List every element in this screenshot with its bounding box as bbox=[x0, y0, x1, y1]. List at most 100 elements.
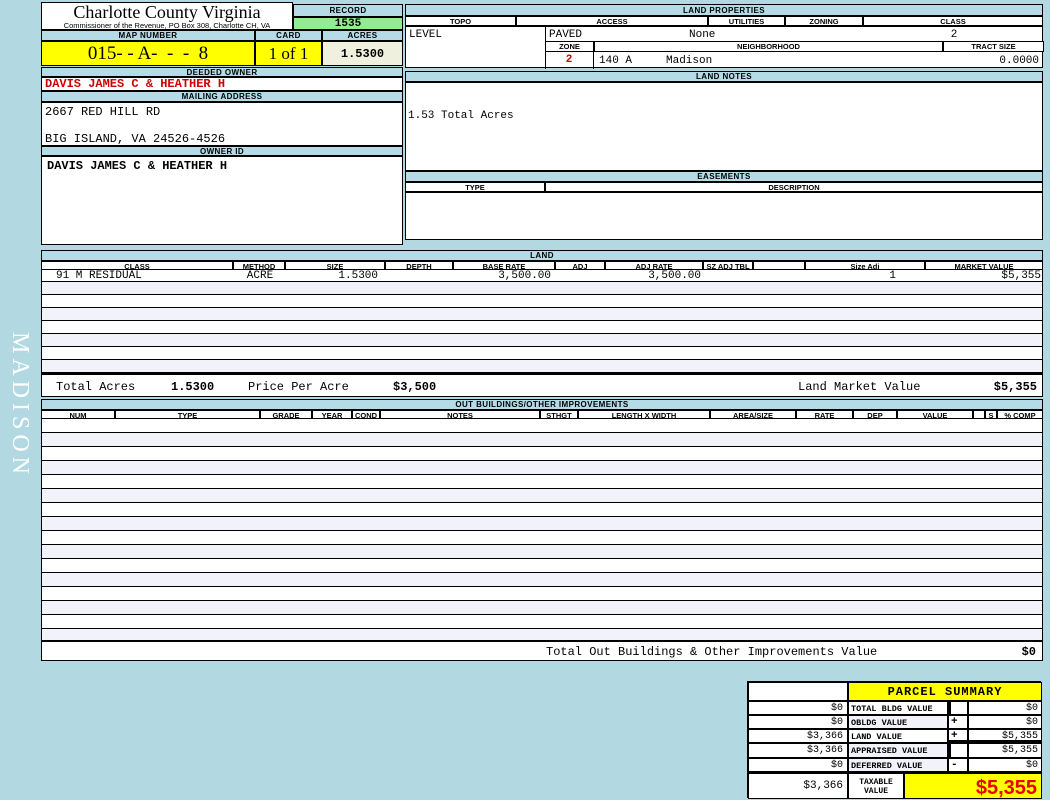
topo-value: LEVEL bbox=[409, 29, 443, 41]
address-line-2: BIG ISLAND, VA 24526-4526 bbox=[45, 132, 226, 146]
commissioner-line: Commissioner of the Revenue, PO Box 308,… bbox=[63, 21, 271, 30]
tract-size-value: 0.0000 bbox=[999, 55, 1039, 67]
land-notes-box: 1.53 Total Acres bbox=[405, 82, 1043, 171]
prior-total-bldg-value: $0 bbox=[748, 701, 848, 715]
col-length-width: LENGTH X WIDTH bbox=[578, 410, 710, 419]
zone-header: ZONE bbox=[545, 41, 594, 52]
col-class: CLASS bbox=[41, 261, 233, 270]
col-area-size: AREA/SIZE bbox=[710, 410, 796, 419]
land-totals-row: Total Acres 1.5300 Price Per Acre $3,500… bbox=[41, 374, 1043, 397]
col-year: YEAR bbox=[312, 410, 352, 419]
col-type: TYPE bbox=[115, 410, 260, 419]
record-value: 1535 bbox=[293, 17, 403, 30]
land-value-label: LAND VALUE bbox=[848, 729, 948, 743]
land-properties-values: LEVEL PAVED None 2 ZONE NEIGHBORHOOD TRA… bbox=[405, 26, 1044, 69]
tract-size-header: TRACT SIZE bbox=[943, 41, 1044, 52]
class-value: 2 bbox=[950, 29, 958, 41]
utilities-value: None bbox=[689, 29, 716, 41]
prior-land-value: $3,366 bbox=[748, 729, 848, 743]
out-buildings-empty-rows bbox=[41, 419, 1043, 641]
col-s: S bbox=[985, 410, 997, 419]
op-land: + bbox=[948, 729, 968, 743]
op-appraised bbox=[948, 743, 968, 758]
county-title-box: Charlotte County Virginia Commissioner o… bbox=[41, 2, 293, 30]
land-market-value-label: Land Market Value bbox=[798, 380, 921, 394]
prior-taxable-value: $3,366 bbox=[748, 772, 848, 799]
land-value: $5,355 bbox=[968, 729, 1042, 743]
col-adj: ADJ bbox=[555, 261, 605, 270]
op-total-bldg bbox=[948, 701, 968, 715]
land-class: 91 M RESIDUAL bbox=[56, 270, 142, 282]
col-depth: DEPTH bbox=[385, 261, 453, 270]
owner-id-value: DAVIS JAMES C & HEATHER H bbox=[47, 159, 228, 173]
land-size: 1.5300 bbox=[338, 270, 378, 282]
deferred-value: $0 bbox=[968, 758, 1042, 772]
deeded-owner-value: DAVIS JAMES C & HEATHER H bbox=[41, 77, 403, 91]
land-table-header: LAND bbox=[41, 250, 1043, 261]
mailing-address-header: MAILING ADDRESS bbox=[41, 91, 403, 102]
col-spacer bbox=[973, 410, 985, 419]
neighborhood-header: NEIGHBORHOOD bbox=[594, 41, 943, 52]
out-buildings-total-row: Total Out Buildings & Other Improvements… bbox=[41, 641, 1043, 661]
price-per-acre-label: Price Per Acre bbox=[248, 380, 349, 394]
col-blank bbox=[753, 261, 805, 270]
parcel-summary-corner bbox=[748, 682, 848, 701]
land-table-row: 91 M RESIDUAL ACRE 1.5300 3,500.00 3,500… bbox=[41, 270, 1043, 282]
land-adj-rate: 3,500.00 bbox=[648, 270, 701, 282]
col-size: SIZE bbox=[285, 261, 385, 270]
col-num: NUM bbox=[41, 410, 115, 419]
address-line-1: 2667 RED HILL RD bbox=[45, 105, 161, 119]
out-buildings-total-value: $0 bbox=[1021, 645, 1036, 659]
owner-id-header: OWNER ID bbox=[41, 146, 403, 156]
zone-value: 2 bbox=[545, 52, 594, 69]
appraised-value-label: APPRAISED VALUE bbox=[848, 743, 948, 758]
card-value: 1 of 1 bbox=[255, 41, 322, 66]
deferred-value-label: DEFERRED VALUE bbox=[848, 758, 948, 772]
access-value: PAVED bbox=[549, 29, 583, 41]
total-bldg-value: $0 bbox=[968, 701, 1042, 715]
land-properties-header: LAND PROPERTIES bbox=[405, 4, 1043, 16]
col-cond: COND bbox=[352, 410, 380, 419]
easements-box bbox=[405, 192, 1043, 240]
neighborhood-code: 140 A bbox=[599, 55, 633, 67]
parcel-summary-table: PARCEL SUMMARY $0 TOTAL BLDG VALUE $0 $0… bbox=[747, 681, 1042, 799]
county-title: Charlotte County Virginia bbox=[73, 2, 261, 22]
col-sz-adj-tbl: SZ ADJ TBL bbox=[703, 261, 753, 270]
land-market-value-total: $5,355 bbox=[993, 380, 1037, 394]
land-method: ACRE bbox=[246, 270, 274, 282]
col-pct-comp: % COMP bbox=[997, 410, 1043, 419]
total-bldg-value-label: TOTAL BLDG VALUE bbox=[848, 701, 948, 715]
total-acres-value: 1.5300 bbox=[171, 380, 215, 394]
obldg-value-label: OBLDG VALUE bbox=[848, 715, 948, 729]
col-notes: NOTES bbox=[380, 410, 540, 419]
op-obldg: + bbox=[948, 715, 968, 729]
appraised-value: $5,355 bbox=[968, 743, 1042, 758]
district-watermark: MADISON bbox=[7, 332, 33, 480]
prior-obldg-value: $0 bbox=[748, 715, 848, 729]
land-notes-header: LAND NOTES bbox=[405, 71, 1043, 82]
col-method: METHOD bbox=[233, 261, 285, 270]
utilities-header: UTILITIES bbox=[708, 16, 785, 26]
mailing-address-box: 2667 RED HILL RD BIG ISLAND, VA 24526-45… bbox=[41, 102, 403, 146]
land-market-value: $5,355 bbox=[1001, 270, 1041, 282]
col-market-value: MARKET VALUE bbox=[925, 261, 1043, 270]
col-dep: DEP bbox=[853, 410, 897, 419]
deeded-owner-header: DEEDED OWNER bbox=[41, 67, 403, 77]
land-table-empty-rows bbox=[41, 282, 1043, 374]
property-record-card: MADISON Charlotte County Virginia Commis… bbox=[0, 0, 1050, 800]
owner-id-box: DAVIS JAMES C & HEATHER H bbox=[41, 156, 403, 245]
record-header: RECORD bbox=[293, 4, 403, 17]
col-rate: RATE bbox=[796, 410, 853, 419]
land-notes-text: 1.53 Total Acres bbox=[408, 110, 514, 122]
obldg-value: $0 bbox=[968, 715, 1042, 729]
map-number-value: 015- - A- - - 8 bbox=[41, 41, 255, 66]
col-adj-rate: ADJ RATE bbox=[605, 261, 703, 270]
out-buildings-total-label: Total Out Buildings & Other Improvements… bbox=[546, 645, 878, 659]
prior-deferred-value: $0 bbox=[748, 758, 848, 772]
prior-appraised-value: $3,366 bbox=[748, 743, 848, 758]
land-size-adj: 1 bbox=[889, 270, 896, 282]
easement-description-header: DESCRIPTION bbox=[545, 182, 1043, 192]
easements-header: EASEMENTS bbox=[405, 171, 1043, 182]
easement-type-header: TYPE bbox=[405, 182, 545, 192]
col-size-adj: Size Adj bbox=[805, 261, 925, 270]
